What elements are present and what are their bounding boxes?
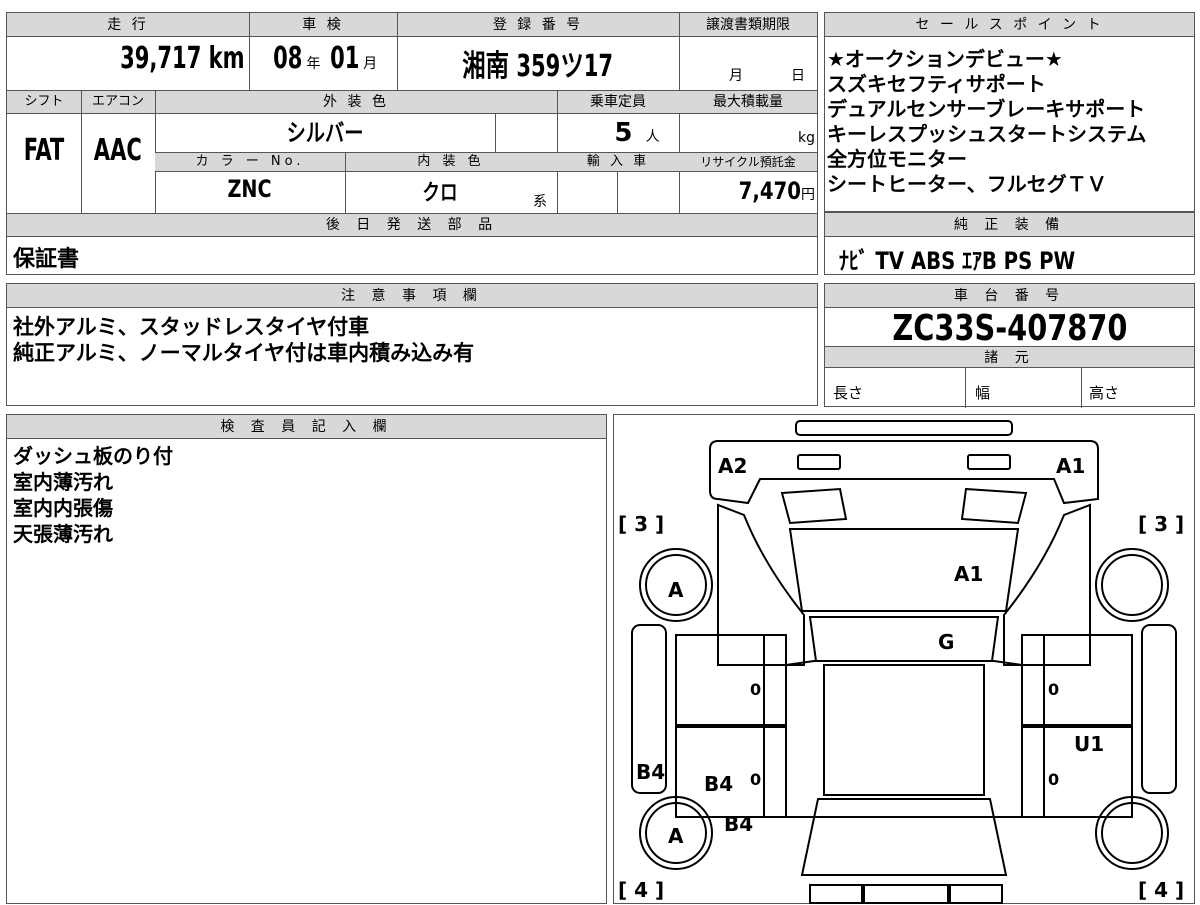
sales-point-item: スズキセフティサポート	[827, 72, 1046, 96]
spec-width-label: 幅	[975, 384, 991, 402]
aircon-value: AAC	[93, 133, 143, 168]
spec-length-label: 長さ	[833, 384, 864, 402]
mark-rear-wheel: A	[668, 824, 684, 848]
sales-point-item: ★オークションデビュー★	[827, 47, 1063, 71]
max-load-label: 最大積載量	[713, 94, 783, 110]
recycle-unit: 円	[801, 187, 815, 203]
mark-front-right: A2	[718, 454, 747, 478]
capacity-unit: 人	[645, 129, 660, 145]
mark-left-door: U1	[1074, 732, 1104, 756]
inspector-note: 室内内張傷	[13, 496, 113, 520]
recycle-label: リサイクル預託金	[700, 155, 796, 169]
bracket-rear-right: [ 4 ]	[618, 878, 664, 902]
genuine-equipment-value: ﾅﾋﾞ TV ABS ｴｱB PS PW	[839, 247, 1076, 275]
note-line: 純正アルミ、ノーマルタイヤ付は車内積み込み有	[13, 341, 475, 365]
mark-front-wheel: A	[668, 578, 684, 602]
capacity-label: 乗車定員	[590, 94, 646, 110]
mark-rear-quarter: B4	[724, 812, 753, 836]
genuine-equipment-label: 純 正 装 備	[825, 213, 1194, 237]
mark-front-left: A1	[1056, 454, 1085, 478]
color-no-value: ZNC	[227, 175, 273, 203]
mark-roof: G	[938, 630, 954, 654]
car-damage-diagram: A2 A1 A1 G U1 B4 B4 B4 A A 0 0 0 0 [ 3 ]…	[613, 414, 1195, 904]
vehicle-info-table: 走 行 車 検 登 録 番 号 譲渡書類期限 39,717 km 08 年 01 月…	[6, 12, 818, 275]
interior-color-label: 内 装 色	[417, 154, 485, 169]
mileage-label: 走 行	[7, 13, 249, 37]
inspector-label: 検 査 員 記 入 欄	[7, 415, 606, 439]
mark-zero: 0	[1048, 770, 1059, 789]
sales-points-label: セ ー ル ス ポ イ ン ト	[825, 13, 1194, 37]
chassis-label: 車 台 番 号	[825, 284, 1194, 308]
mark-zero: 0	[1048, 680, 1059, 699]
chassis-number: ZC33S-407870	[891, 308, 1128, 349]
mark-side-panel: B4	[636, 760, 665, 784]
exterior-color-label: 外 装 色	[323, 94, 389, 110]
note-line: 社外アルミ、スタッドレスタイヤ付車	[13, 315, 370, 339]
inspector-note: ダッシュ板のり付	[13, 444, 173, 468]
sales-point-item: デュアルセンサーブレーキサポート	[827, 97, 1146, 121]
inspection-label: 車 検	[249, 13, 397, 37]
mark-windshield: A1	[954, 562, 983, 586]
notes-label: 注 意 事 項 欄	[7, 284, 817, 308]
sales-points-panel: セ ー ル ス ポ イ ン ト ★オークションデビュー★ スズキセフティサポート…	[824, 12, 1195, 212]
max-load-unit: kg	[798, 130, 815, 146]
inspector-panel: 検 査 員 記 入 欄 ダッシュ板のり付 室内薄汚れ 室内内張傷 天張薄汚れ	[6, 414, 607, 904]
notes-panel: 注 意 事 項 欄 社外アルミ、スタッドレスタイヤ付車 純正アルミ、ノーマルタイ…	[6, 283, 818, 406]
inspection-year-unit: 年	[306, 56, 321, 72]
transfer-deadline-label: 譲渡書類期限	[679, 13, 817, 37]
import-label: 輸 入 車	[586, 154, 650, 169]
capacity-value: 5	[614, 118, 633, 148]
genuine-equipment-panel: 純 正 装 備 ﾅﾋﾞ TV ABS ｴｱB PS PW	[824, 212, 1195, 275]
later-parts-value: 保証書	[13, 247, 80, 272]
mileage-value: 39,717 km	[120, 41, 245, 76]
later-parts-label: 後 日 発 送 部 品	[7, 213, 817, 237]
registration-number: 湘南 359ツ17	[462, 49, 614, 84]
chassis-panel: 車 台 番 号 ZC33S-407870 諸 元 長さ 幅 高さ	[824, 283, 1195, 408]
bracket-front-right: [ 3 ]	[618, 512, 664, 536]
inspection-month-unit: 月	[363, 56, 378, 72]
bracket-front-left: [ 3 ]	[1138, 512, 1184, 536]
mark-zero: 0	[750, 770, 761, 789]
specs-label: 諸 元	[825, 346, 1194, 368]
mark-rear-door: B4	[704, 772, 733, 796]
interior-color-value: クロ	[422, 181, 458, 206]
inspection-year: 08	[273, 41, 303, 76]
shift-label: シフト	[24, 94, 64, 109]
shift-value: FAT	[23, 133, 65, 168]
inspector-note: 室内薄汚れ	[13, 470, 113, 494]
mark-zero: 0	[750, 680, 761, 699]
bracket-rear-left: [ 4 ]	[1138, 878, 1184, 902]
inspection-date: 08 年 01 月	[249, 41, 397, 89]
sales-point-item: シートヒーター、フルセグＴＶ	[827, 172, 1107, 196]
sales-point-item: 全方位モニター	[827, 147, 967, 171]
inspection-month: 01	[329, 41, 359, 76]
registration-label: 登 録 番 号	[397, 13, 679, 37]
spec-height-label: 高さ	[1089, 384, 1120, 402]
recycle-fee: 7,470	[738, 177, 801, 205]
car-outline-svg: A2 A1 A1 G U1 B4 B4 B4 A A 0 0 0 0 [ 3 ]…	[618, 420, 1184, 904]
deadline-day-unit: 日	[791, 68, 805, 84]
interior-color-suffix: 系	[533, 194, 547, 210]
color-no-label: カ ラ ー No.	[195, 154, 305, 169]
aircon-label: エアコン	[91, 94, 144, 109]
deadline-month-unit: 月	[729, 68, 743, 84]
inspector-note: 天張薄汚れ	[13, 522, 113, 546]
sales-point-item: キーレスプッシュスタートシステム	[827, 122, 1147, 146]
exterior-color-value: シルバー	[286, 119, 364, 147]
